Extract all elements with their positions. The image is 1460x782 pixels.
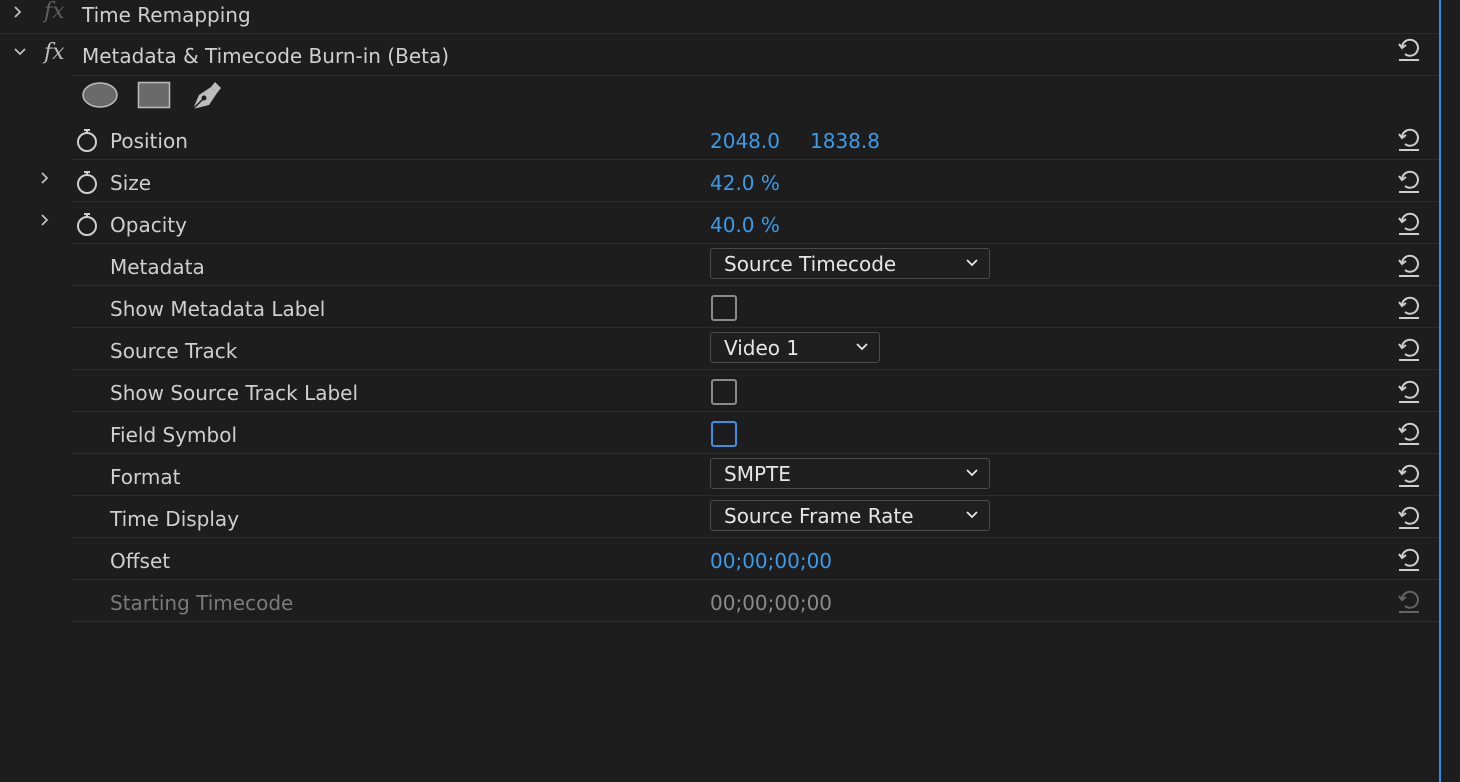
source-track-dropdown[interactable]: Video 1 bbox=[710, 332, 880, 363]
panel-edge bbox=[1439, 0, 1441, 782]
param-label: Field Symbol bbox=[110, 423, 238, 447]
reset-icon[interactable] bbox=[1396, 126, 1422, 152]
param-row-size: Size 42.0 % bbox=[0, 160, 1440, 202]
format-dropdown[interactable]: SMPTE bbox=[710, 458, 990, 489]
rectangle-mask-icon[interactable] bbox=[137, 81, 171, 109]
reset-icon[interactable] bbox=[1396, 168, 1422, 194]
param-label: Metadata bbox=[110, 255, 205, 279]
param-label: Show Source Track Label bbox=[110, 381, 359, 405]
param-label: Position bbox=[110, 129, 188, 153]
divider bbox=[72, 621, 1440, 622]
fx-icon: fx bbox=[44, 0, 65, 24]
reset-icon[interactable] bbox=[1396, 336, 1422, 362]
param-row-offset: Offset 00;00;00;00 bbox=[0, 538, 1440, 580]
position-x-value[interactable]: 2048.0 bbox=[710, 129, 780, 153]
effect-name: Metadata & Timecode Burn-in (Beta) bbox=[82, 44, 450, 68]
dropdown-value: SMPTE bbox=[724, 462, 791, 486]
param-row-field-symbol: Field Symbol bbox=[0, 412, 1440, 454]
param-row-time-display: Time Display Source Frame Rate bbox=[0, 496, 1440, 538]
ellipse-mask-icon[interactable] bbox=[81, 81, 119, 109]
metadata-dropdown[interactable]: Source Timecode bbox=[710, 248, 990, 279]
param-label: Opacity bbox=[110, 213, 187, 237]
expand-chevron-icon[interactable] bbox=[35, 210, 55, 230]
expand-chevron-icon[interactable] bbox=[8, 2, 28, 22]
effect-row-burnin[interactable]: fx Metadata & Timecode Burn-in (Beta) bbox=[0, 34, 1440, 76]
reset-icon[interactable] bbox=[1396, 36, 1422, 62]
param-label: Size bbox=[110, 171, 152, 195]
param-label: Show Metadata Label bbox=[110, 297, 326, 321]
param-label: Time Display bbox=[110, 507, 240, 531]
reset-icon[interactable] bbox=[1396, 210, 1422, 236]
expand-chevron-icon[interactable] bbox=[35, 168, 55, 188]
field-symbol-checkbox[interactable] bbox=[711, 421, 737, 447]
reset-icon[interactable] bbox=[1396, 420, 1422, 446]
param-row-metadata: Metadata Source Timecode bbox=[0, 244, 1440, 286]
param-label: Source Track bbox=[110, 339, 238, 363]
dropdown-value: Source Frame Rate bbox=[724, 504, 914, 528]
effect-controls-panel: fx Time Remapping fx Metadata & Timecode… bbox=[0, 0, 1440, 782]
dropdown-value: Source Timecode bbox=[724, 252, 897, 276]
reset-icon[interactable] bbox=[1396, 504, 1422, 530]
size-value[interactable]: 42.0 % bbox=[710, 171, 780, 195]
reset-icon[interactable] bbox=[1396, 378, 1422, 404]
chevron-down-icon bbox=[966, 511, 978, 519]
show-metadata-label-checkbox[interactable] bbox=[711, 295, 737, 321]
mask-tools bbox=[0, 74, 1440, 116]
dropdown-value: Video 1 bbox=[724, 336, 800, 360]
param-row-format: Format SMPTE bbox=[0, 454, 1440, 496]
chevron-down-icon bbox=[966, 469, 978, 477]
fx-icon[interactable]: fx bbox=[44, 40, 65, 65]
param-row-source-track: Source Track Video 1 bbox=[0, 328, 1440, 370]
opacity-value[interactable]: 40.0 % bbox=[710, 213, 780, 237]
param-row-show-metadata-label: Show Metadata Label bbox=[0, 286, 1440, 328]
collapse-chevron-icon[interactable] bbox=[10, 42, 30, 62]
param-row-opacity: Opacity 40.0 % bbox=[0, 202, 1440, 244]
effect-name: Time Remapping bbox=[82, 3, 251, 27]
reset-icon bbox=[1398, 590, 1419, 613]
stopwatch-icon[interactable] bbox=[75, 169, 99, 195]
stopwatch-icon[interactable] bbox=[75, 211, 99, 237]
show-source-track-label-checkbox[interactable] bbox=[711, 379, 737, 405]
reset-icon[interactable] bbox=[1396, 294, 1422, 320]
param-row-starting-timecode: Starting Timecode 00;00;00;00 bbox=[0, 580, 1440, 622]
offset-value[interactable]: 00;00;00;00 bbox=[710, 549, 832, 573]
param-row-show-source-track-label: Show Source Track Label bbox=[0, 370, 1440, 412]
param-label: Starting Timecode bbox=[110, 591, 294, 615]
starting-timecode-value: 00;00;00;00 bbox=[710, 591, 833, 615]
time-display-dropdown[interactable]: Source Frame Rate bbox=[710, 500, 990, 531]
chevron-down-icon bbox=[856, 343, 868, 351]
reset-icon[interactable] bbox=[1396, 252, 1422, 278]
stopwatch-icon[interactable] bbox=[75, 127, 99, 153]
position-y-value[interactable]: 1838.8 bbox=[810, 129, 880, 153]
param-label: Offset bbox=[110, 549, 171, 573]
reset-icon[interactable] bbox=[1396, 546, 1422, 572]
pen-mask-icon[interactable] bbox=[189, 77, 225, 113]
param-row-position: Position 2048.0 1838.8 bbox=[0, 118, 1440, 160]
chevron-down-icon bbox=[966, 259, 978, 267]
param-label: Format bbox=[110, 465, 181, 489]
effect-row-time-remapping[interactable]: fx Time Remapping bbox=[0, 0, 1440, 34]
reset-icon[interactable] bbox=[1396, 462, 1422, 488]
